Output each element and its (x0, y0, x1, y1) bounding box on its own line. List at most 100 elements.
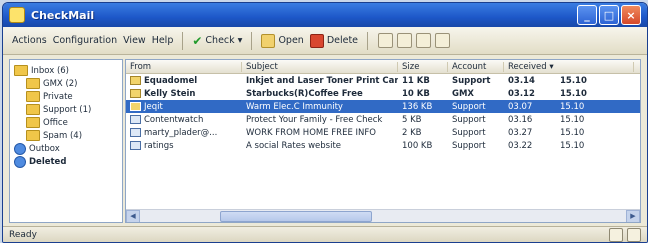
message-row[interactable]: Kelly Stein Starbucks(R)Coffee Free 10 KB G… (126, 87, 640, 100)
message-from: ratings (126, 141, 242, 151)
menu-actions[interactable]: Actions (9, 33, 50, 48)
message-size: 2 KB (402, 127, 422, 138)
column-subject[interactable]: Subject (242, 61, 398, 72)
delete-icon (309, 33, 324, 48)
envelope-icon (130, 102, 141, 111)
received-date: 03.14 (508, 75, 535, 86)
folder-icon (26, 130, 40, 141)
tree-item[interactable]: Private (10, 90, 122, 103)
folder-icon (26, 78, 40, 89)
app-mail-icon (9, 7, 25, 23)
envelope-icon (130, 141, 141, 150)
message-account: GMX (452, 88, 474, 99)
column-size[interactable]: Size (398, 61, 448, 72)
message-row[interactable]: Jeqit Warm Elec.C Immunity 136 KB Support 03… (126, 100, 640, 113)
message-subject: Protect Your Family - Free Check (246, 114, 383, 125)
message-size: 5 KB (402, 114, 422, 125)
toolbar-divider (367, 31, 369, 50)
message-row[interactable]: Equadomel Inkjet and Laser Toner Print Ca… (126, 74, 640, 87)
message-account: Support (452, 127, 486, 138)
message-row[interactable]: ratings A social Rates website 100 KB Suppo… (126, 139, 640, 152)
checkmark-icon: ✔ (192, 33, 203, 48)
envelope-icon (130, 115, 141, 124)
tree-item[interactable]: Support (1) (10, 103, 122, 116)
sender-name: Kelly Stein (144, 88, 196, 99)
folder-icon (14, 65, 28, 76)
message-received: 03.27 15.10 (504, 128, 634, 138)
received-time: 15.10 (560, 75, 587, 86)
message-received: 03.07 15.10 (504, 102, 634, 112)
envelope-icon (130, 76, 141, 85)
message-row[interactable]: Contentwatch Protect Your Family - Free C… (126, 113, 640, 126)
tree-item-label: Inbox (6) (31, 65, 70, 76)
column-from[interactable]: From (126, 61, 242, 72)
check-button-label: Check ▾ (205, 35, 243, 46)
minimize-button[interactable]: _ (577, 5, 597, 25)
sender-name: ratings (144, 140, 174, 151)
tree-item-label: Deleted (29, 156, 67, 167)
sender-name: Equadomel (144, 75, 198, 86)
folder-icon (26, 91, 40, 102)
mark-read-icon[interactable] (378, 33, 394, 48)
sender-name: Jeqit (144, 101, 163, 112)
tree-item[interactable]: Office (10, 116, 122, 129)
scroll-right-icon[interactable]: ▶ (626, 209, 640, 222)
message-subject: Starbucks(R)Coffee Free (246, 88, 363, 99)
sender-name: Contentwatch (144, 114, 204, 125)
menu-help[interactable]: Help (149, 33, 177, 48)
tree-item[interactable]: Outbox (10, 142, 122, 155)
speaker-icon[interactable] (627, 227, 641, 242)
column-account[interactable]: Account (448, 61, 504, 72)
message-size: 136 KB (402, 101, 433, 112)
message-row[interactable]: marty_plader@... WORK FROM HOME FREE INFO… (126, 126, 640, 139)
scroll-left-icon[interactable]: ◀ (126, 209, 140, 222)
message-subject: Inkjet and Laser Toner Print Cartr... (246, 75, 398, 86)
tree-item-label: Outbox (29, 143, 60, 154)
scrollbar-thumb[interactable] (220, 210, 372, 222)
menu-view[interactable]: View (120, 33, 149, 48)
folder-icon (26, 104, 40, 115)
close-button[interactable]: × (621, 5, 641, 25)
tree-item-label: GMX (2) (43, 78, 78, 89)
folder-icon[interactable] (397, 33, 413, 48)
message-account: Support (452, 140, 486, 151)
delete-button[interactable]: Delete (307, 32, 361, 50)
tree-item-label: Private (43, 91, 73, 102)
message-size: 11 KB (402, 75, 430, 86)
settings-icon[interactable] (435, 33, 451, 48)
check-button[interactable]: ✔ Check ▾ (189, 32, 245, 50)
received-time: 15.10 (560, 140, 585, 151)
received-date: 03.22 (508, 140, 533, 151)
address-book-icon[interactable] (416, 33, 432, 48)
message-from: Jeqit (126, 102, 242, 112)
envelope-icon (130, 128, 141, 137)
message-subject: A social Rates website (246, 140, 342, 151)
main-window: CheckMail _ □ × Actions Configuration Vi… (2, 2, 648, 243)
open-icon (261, 33, 276, 48)
column-received[interactable]: Received ▾ (504, 61, 634, 72)
tree-item[interactable]: Inbox (6) (10, 64, 122, 77)
status-bar: Ready (3, 226, 647, 242)
toolbar-divider (182, 31, 184, 50)
message-received: 03.14 15.10 (504, 76, 634, 86)
open-button[interactable]: Open (258, 32, 306, 50)
tree-item[interactable]: Spam (4) (10, 129, 122, 142)
message-from: Equadomel (126, 76, 242, 86)
menu-configuration[interactable]: Configuration (50, 33, 120, 48)
title-bar[interactable]: CheckMail _ □ × (3, 3, 647, 27)
horizontal-scrollbar[interactable]: ◀ ▶ (126, 209, 640, 222)
message-size: 10 KB (402, 88, 430, 99)
tree-item-label: Spam (4) (43, 130, 83, 141)
delete-button-label: Delete (326, 35, 359, 46)
maximize-button[interactable]: □ (599, 5, 619, 25)
received-time: 15.10 (560, 88, 587, 99)
tree-item[interactable]: Deleted (10, 155, 122, 168)
message-account: Support (452, 114, 486, 125)
message-received: 03.16 15.10 (504, 115, 634, 125)
message-account: Support (452, 75, 491, 86)
network-icon[interactable] (609, 227, 623, 242)
toolbar: Actions Configuration View Help ✔ Check … (3, 27, 647, 55)
tree-item[interactable]: GMX (2) (10, 77, 122, 90)
globe-icon (14, 142, 26, 155)
message-rows: Equadomel Inkjet and Laser Toner Print Ca… (126, 74, 640, 152)
